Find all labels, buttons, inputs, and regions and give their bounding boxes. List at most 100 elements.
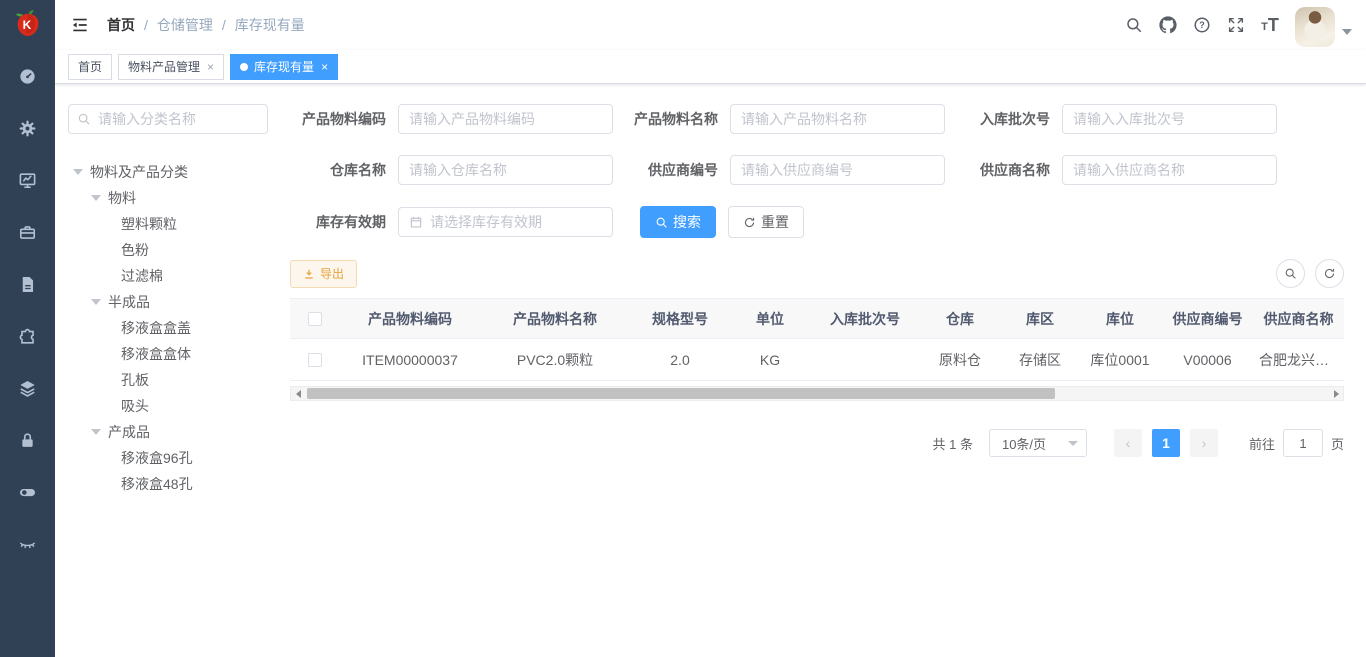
refresh-button[interactable]: [1315, 259, 1344, 288]
sidebar-item-settings-gear[interactable]: [0, 102, 55, 154]
column-header-库区: 库区: [1000, 309, 1080, 329]
tab-库存现有量[interactable]: 库存现有量×: [230, 54, 338, 80]
prev-page-button[interactable]: ‹: [1114, 429, 1142, 457]
sidebar-item-toggle[interactable]: [0, 466, 55, 518]
tree-node-label: 移液盒盒盖: [121, 318, 191, 338]
toggle-icon: [18, 483, 37, 502]
tree-node[interactable]: 孔板: [68, 367, 280, 393]
scrollbar-thumb[interactable]: [307, 388, 1055, 399]
search-button[interactable]: 搜索: [640, 206, 716, 238]
row-checkbox[interactable]: [308, 353, 322, 367]
tree-node[interactable]: 半成品: [68, 289, 280, 315]
sidebar-item-layers[interactable]: [0, 362, 55, 414]
sidebar-item-document[interactable]: [0, 258, 55, 310]
lock-icon: [18, 431, 37, 450]
tree-node[interactable]: 移液盒48孔: [68, 471, 280, 497]
date-picker-input[interactable]: [430, 214, 602, 230]
filter-field-入库批次号: 入库批次号: [954, 104, 1277, 134]
topbar-question-button[interactable]: ?: [1185, 0, 1219, 50]
tree-node[interactable]: 塑料颗粒: [68, 211, 280, 237]
horizontal-scrollbar[interactable]: [290, 386, 1344, 401]
tree-expand-icon[interactable]: [91, 195, 101, 201]
eye-closed-icon: [18, 535, 37, 554]
search-button-label: 搜索: [673, 212, 701, 232]
topbar-font-size-button[interactable]: TT: [1253, 0, 1287, 50]
refresh-icon: [1323, 267, 1336, 280]
tree-expand-icon[interactable]: [91, 429, 101, 435]
text-input[interactable]: [1073, 162, 1266, 178]
tab-bar: 首页物料产品管理×库存现有量×: [55, 50, 1366, 84]
filter-label: 供应商编号: [622, 160, 718, 180]
goto-label: 前往: [1249, 434, 1275, 453]
avatar[interactable]: [1295, 7, 1335, 47]
text-input[interactable]: [1073, 111, 1266, 127]
select-all-checkbox[interactable]: [308, 312, 322, 326]
text-input[interactable]: [741, 162, 934, 178]
tab-物料产品管理[interactable]: 物料产品管理×: [118, 54, 224, 80]
topbar-search-button[interactable]: [1117, 0, 1151, 50]
topbar-github-button[interactable]: [1151, 0, 1185, 50]
topbar-fullscreen-button[interactable]: [1219, 0, 1253, 50]
sidebar-item-monitor-chart[interactable]: [0, 154, 55, 206]
tree-node[interactable]: 移液盒96孔: [68, 445, 280, 471]
reset-button[interactable]: 重置: [728, 206, 804, 238]
page-number-button[interactable]: 1: [1152, 429, 1180, 457]
app-logo[interactable]: K: [0, 0, 55, 50]
text-input[interactable]: [741, 111, 934, 127]
main-area: 首页/仓储管理/库存现有量 ?TT 首页物料产品管理×库存现有量× 物料及产品分…: [55, 0, 1366, 657]
sidebar-item-lock[interactable]: [0, 414, 55, 466]
table-cell: V00006: [1160, 352, 1255, 368]
column-header-产品物料名称: 产品物料名称: [480, 309, 630, 329]
tab-close-icon[interactable]: ×: [321, 61, 328, 73]
scrollbar-track[interactable]: [305, 387, 1329, 400]
sidebar-item-puzzle[interactable]: [0, 310, 55, 362]
category-tree: 物料及产品分类物料塑料颗粒色粉过滤棉半成品移液盒盒盖移液盒盒体孔板吸头产成品移液…: [68, 159, 280, 497]
filter-field-库存有效期: 库存有效期: [290, 207, 613, 237]
table-header-row: 产品物料编码产品物料名称规格型号单位入库批次号仓库库区库位供应商编号供应商名称: [290, 299, 1344, 339]
page-size-select[interactable]: 10条/页: [989, 429, 1087, 457]
export-button[interactable]: 导出: [290, 260, 357, 288]
tree-node[interactable]: 物料及产品分类: [68, 159, 280, 185]
category-search-input[interactable]: [98, 111, 259, 127]
document-icon: [18, 275, 37, 294]
tree-node[interactable]: 吸头: [68, 393, 280, 419]
tree-node[interactable]: 移液盒盒盖: [68, 315, 280, 341]
tab-首页[interactable]: 首页: [68, 54, 112, 80]
reset-button-label: 重置: [761, 212, 789, 232]
tree-node[interactable]: 移液盒盒体: [68, 341, 280, 367]
tree-node-label: 移液盒盒体: [121, 344, 191, 364]
text-input[interactable]: [409, 111, 602, 127]
tree-node[interactable]: 产成品: [68, 419, 280, 445]
text-input[interactable]: [409, 162, 602, 178]
tree-expand-icon[interactable]: [91, 299, 101, 305]
table-cell: KG: [730, 352, 810, 368]
filter-field-仓库名称: 仓库名称: [290, 155, 613, 185]
sidebar-item-briefcase[interactable]: [0, 206, 55, 258]
toggle-search-button[interactable]: [1276, 259, 1305, 288]
column-header-产品物料编码: 产品物料编码: [340, 309, 480, 329]
tree-node[interactable]: 色粉: [68, 237, 280, 263]
column-header-供应商编号: 供应商编号: [1160, 309, 1255, 329]
scroll-left-arrow[interactable]: [291, 387, 305, 400]
scroll-right-arrow[interactable]: [1329, 387, 1343, 400]
tree-node[interactable]: 物料: [68, 185, 280, 211]
table-row[interactable]: ITEM00000037PVC2.0颗粒2.0KG原料仓存储区库位0001V00…: [290, 339, 1344, 381]
next-page-button[interactable]: ›: [1190, 429, 1218, 457]
tab-label: 首页: [78, 58, 102, 75]
filter-row: 仓库名称供应商编号供应商名称: [290, 155, 1344, 185]
sidebar-item-eye-closed[interactable]: [0, 518, 55, 570]
sidebar-item-dashboard[interactable]: [0, 50, 55, 102]
top-navbar: 首页/仓储管理/库存现有量 ?TT: [55, 0, 1366, 50]
tree-node-label: 过滤棉: [121, 266, 163, 286]
tab-close-icon[interactable]: ×: [207, 61, 214, 73]
inventory-panel: 产品物料编码产品物料名称 入库批次号仓库名称供应商编号供应商名称库存有效期 搜索 重置…: [280, 104, 1344, 497]
tree-node[interactable]: 过滤棉: [68, 263, 280, 289]
breadcrumb-item[interactable]: 首页: [107, 15, 135, 35]
tree-expand-icon[interactable]: [73, 169, 83, 175]
sidebar-toggle-icon[interactable]: [70, 15, 90, 35]
chevron-down-icon: [1068, 441, 1078, 446]
table-cell: 存储区: [1000, 350, 1080, 370]
user-menu[interactable]: [1295, 3, 1352, 47]
goto-page-input[interactable]: [1283, 429, 1323, 457]
topbar-actions: ? TT: [1117, 0, 1352, 50]
